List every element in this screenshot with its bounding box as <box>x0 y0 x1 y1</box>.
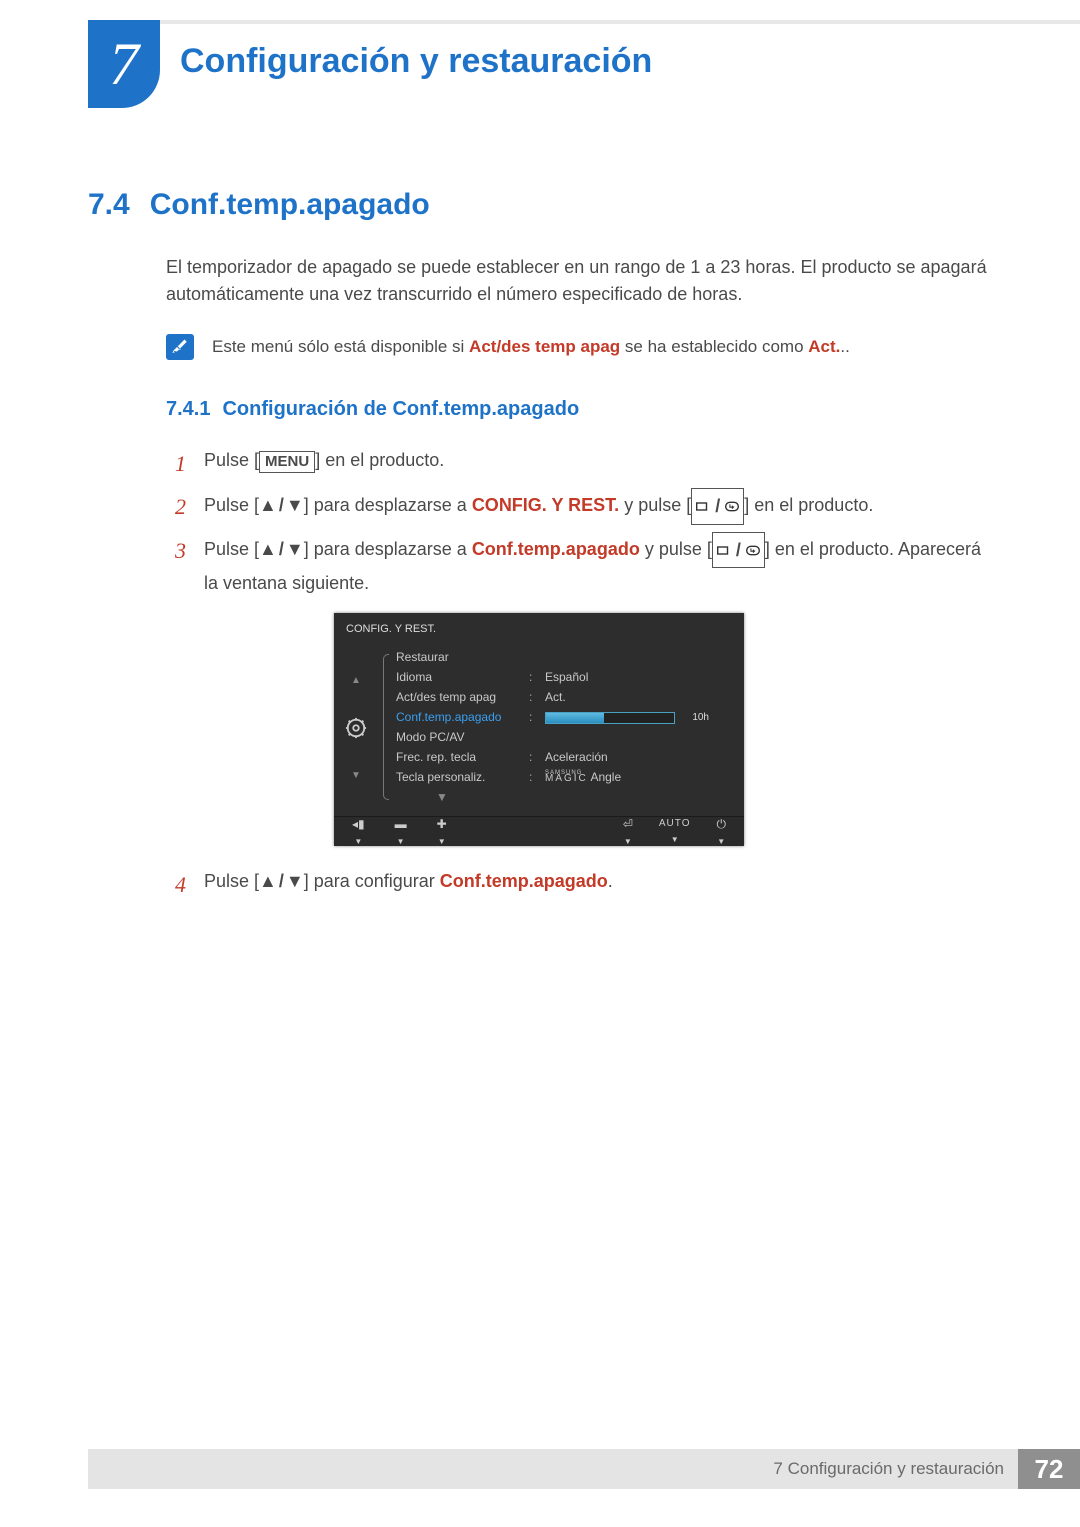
slider-fill <box>546 713 604 723</box>
chapter-badge: 7 <box>88 20 160 108</box>
step-4: 4 Pulse [▲/▼] para configurar Conf.temp.… <box>166 866 990 903</box>
osd-row-actdes: Act/des temp apag:Act. <box>396 688 736 708</box>
note-mid: se ha establecido como <box>620 337 808 356</box>
footer-text: 7 Configuración y restauración <box>773 1459 1018 1479</box>
step-number: 4 <box>166 866 186 903</box>
section-title: Conf.temp.apagado <box>150 188 430 222</box>
osd-enter-icon: ⏎▼ <box>623 814 633 849</box>
step-target: CONFIG. Y REST. <box>472 495 619 515</box>
header-band <box>136 20 1080 24</box>
osd-power-icon: ⏻▼ <box>717 814 727 849</box>
osd-auto-label: AUTO▼ <box>659 815 691 847</box>
osd-menu: CONFIG. Y REST. ▲ ▼ Restaurar <box>334 613 744 846</box>
osd-rows: Restaurar Idioma:Español Act/des temp ap… <box>396 648 736 808</box>
chapter-title: Configuración y restauración <box>180 42 652 81</box>
chapter-number: 7 <box>109 34 139 94</box>
note-text: Este menú sólo está disponible si Act/de… <box>212 334 850 360</box>
step-target: Conf.temp.apagado <box>472 539 640 559</box>
subsection-title: Configuración de Conf.temp.apagado <box>222 398 579 421</box>
osd-screenshot: CONFIG. Y REST. ▲ ▼ Restaurar <box>334 613 990 846</box>
manual-page: 7 Configuración y restauración 7.4 Conf.… <box>0 0 1080 1527</box>
step-number: 3 <box>166 532 186 860</box>
page-footer: 7 Configuración y restauración 72 <box>88 1449 1080 1489</box>
up-down-icon: ▲/▼ <box>259 539 304 559</box>
step-target: Conf.temp.apagado <box>440 871 608 891</box>
intro-paragraph: El temporizador de apagado se puede esta… <box>88 254 990 308</box>
samsung-magic-label: SAMSUNGMAGIC <box>545 771 588 784</box>
osd-title: CONFIG. Y REST. <box>334 613 744 646</box>
section-number: 7.4 <box>88 188 130 222</box>
osd-body: ▲ ▼ Restaurar Idioma:Español Act/des tem… <box>334 646 744 816</box>
osd-row-more: ▼ <box>396 788 736 808</box>
step-number: 2 <box>166 488 186 525</box>
content-area: 7.4 Conf.temp.apagado El temporizador de… <box>88 188 990 909</box>
osd-row-restaurar: Restaurar <box>396 648 736 668</box>
osd-down-arrow-icon: ▼ <box>351 767 361 784</box>
osd-row-modopcav: Modo PC/AV <box>396 728 736 748</box>
osd-row-idioma: Idioma:Español <box>396 668 736 688</box>
note-bold1: Act/des temp apag <box>469 337 620 356</box>
section-heading: 7.4 Conf.temp.apagado <box>88 188 990 222</box>
osd-row-frec: Frec. rep. tecla:Aceleración <box>396 748 736 768</box>
select-enter-icon: / <box>712 532 765 569</box>
osd-nav-minus-icon: ▬▼ <box>395 814 407 849</box>
step-2: 2 Pulse [▲/▼] para desplazarse a CONFIG.… <box>166 488 990 525</box>
step-body: Pulse [MENU] en el producto. <box>204 445 990 482</box>
osd-nav-plus-icon: ✚▼ <box>437 814 447 849</box>
gear-icon <box>345 717 367 739</box>
slider-track <box>545 712 675 724</box>
step-1: 1 Pulse [MENU] en el producto. <box>166 445 990 482</box>
step-body: Pulse [▲/▼] para desplazarse a CONFIG. Y… <box>204 488 990 525</box>
osd-row-tecla: Tecla personaliz.:SAMSUNGMAGIC Angle <box>396 768 736 788</box>
osd-nav-left-icon: ◂▮▼ <box>352 814 365 849</box>
page-number: 72 <box>1018 1449 1080 1489</box>
osd-up-arrow-icon: ▲ <box>351 672 361 689</box>
osd-row-conftemp: Conf.temp.apagado: 10h <box>396 708 736 728</box>
note-bold2: Act. <box>808 337 850 356</box>
select-enter-icon: / <box>691 488 744 525</box>
up-down-icon: ▲/▼ <box>259 871 304 891</box>
subsection-number: 7.4.1 <box>166 398 210 421</box>
step-body: Pulse [▲/▼] para configurar Conf.temp.ap… <box>204 866 990 903</box>
menu-button-icon: MENU <box>259 451 315 473</box>
steps-list: 1 Pulse [MENU] en el producto. 2 Pulse [… <box>88 445 990 903</box>
slider-value: 10h <box>681 709 709 726</box>
step-body: Pulse [▲/▼] para desplazarse a Conf.temp… <box>204 532 990 860</box>
note-icon <box>166 334 194 360</box>
osd-bottom-bar: ◂▮▼ ▬▼ ✚▼ ⏎▼ AUTO▼ ⏻▼ <box>334 816 744 846</box>
subsection-heading: 7.4.1 Configuración de Conf.temp.apagado <box>88 398 990 421</box>
osd-bracket <box>378 648 388 808</box>
note: Este menú sólo está disponible si Act/de… <box>88 334 990 360</box>
note-pre: Este menú sólo está disponible si <box>212 337 469 356</box>
up-down-icon: ▲/▼ <box>259 495 304 515</box>
step-3: 3 Pulse [▲/▼] para desplazarse a Conf.te… <box>166 532 990 860</box>
step-number: 1 <box>166 445 186 482</box>
osd-icon-column: ▲ ▼ <box>342 648 370 808</box>
